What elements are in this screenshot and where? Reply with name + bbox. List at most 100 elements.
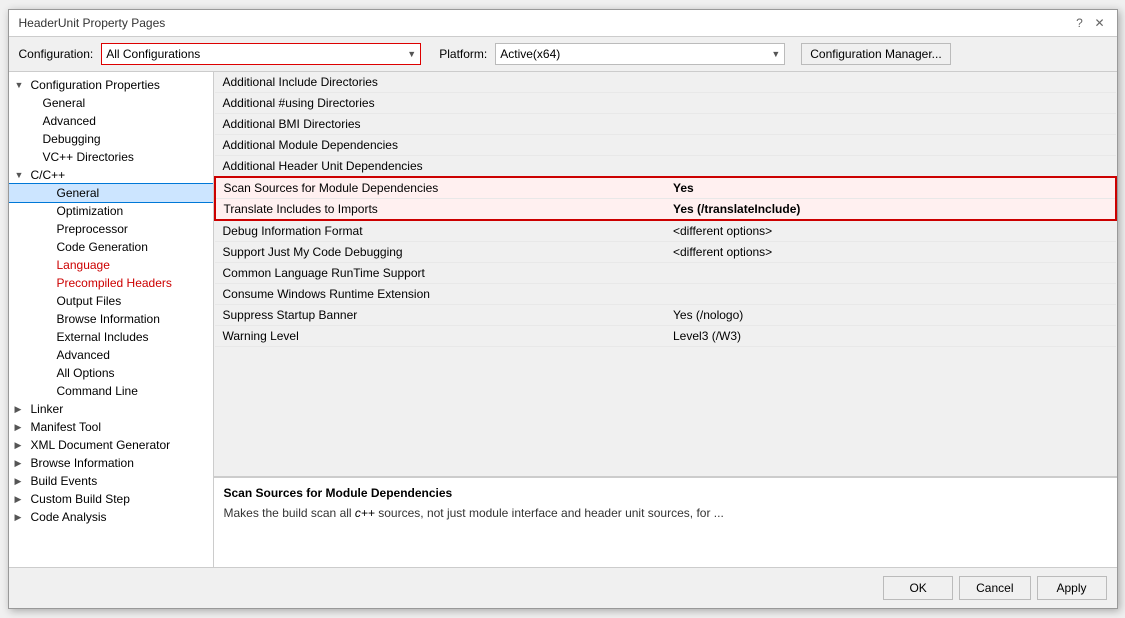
tree-item-label: External Includes	[57, 330, 149, 344]
tree-expand-icon: ▶	[15, 458, 29, 469]
property-value	[665, 93, 1116, 114]
table-row[interactable]: Additional BMI Directories	[215, 114, 1116, 135]
tree-item-config-props[interactable]: ▼Configuration Properties	[9, 76, 213, 94]
tree-item-label: Browse Information	[31, 456, 134, 470]
code-span: c++	[355, 506, 375, 520]
property-name: Consume Windows Runtime Extension	[215, 284, 666, 305]
close-button[interactable]: ✕	[1093, 16, 1107, 30]
tree-item-build-events[interactable]: ▶Build Events	[9, 472, 213, 490]
tree-item-label: All Options	[57, 366, 115, 380]
table-row[interactable]: Additional #using Directories	[215, 93, 1116, 114]
main-content: ▼Configuration PropertiesGeneralAdvanced…	[9, 72, 1117, 567]
table-row[interactable]: Additional Module Dependencies	[215, 135, 1116, 156]
tree-item-external-includes[interactable]: External Includes	[9, 328, 213, 346]
tree-item-all-options[interactable]: All Options	[9, 364, 213, 382]
tree-item-linker[interactable]: ▶Linker	[9, 400, 213, 418]
platform-combo[interactable]: Active(x64) ▼	[495, 43, 785, 65]
table-row[interactable]: Suppress Startup BannerYes (/nologo)	[215, 305, 1116, 326]
tree-item-xml-doc-gen[interactable]: ▶XML Document Generator	[9, 436, 213, 454]
bottom-bar: OK Cancel Apply	[9, 567, 1117, 608]
tree-item-advanced2[interactable]: Advanced	[9, 346, 213, 364]
property-value	[665, 114, 1116, 135]
table-row[interactable]: Debug Information Format<different optio…	[215, 220, 1116, 242]
table-row[interactable]: Additional Include Directories	[215, 72, 1116, 93]
tree-item-label: General	[57, 186, 100, 200]
property-value: <different options>	[665, 220, 1116, 242]
tree-item-label: Optimization	[57, 204, 124, 218]
config-label: Configuration:	[19, 47, 94, 61]
tree-expand-icon: ▶	[15, 476, 29, 487]
tree-expand-icon: ▶	[15, 494, 29, 505]
property-name: Suppress Startup Banner	[215, 305, 666, 326]
tree-item-vcpp-dirs[interactable]: VC++ Directories	[9, 148, 213, 166]
tree-item-cpp-general[interactable]: General	[9, 184, 213, 202]
tree-item-label: Code Generation	[57, 240, 148, 254]
tree-item-label: XML Document Generator	[31, 438, 171, 452]
tree-item-label: Precompiled Headers	[57, 276, 172, 290]
ok-button[interactable]: OK	[883, 576, 953, 600]
table-row[interactable]: Warning LevelLevel3 (/W3)	[215, 326, 1116, 347]
tree-item-label: Advanced	[43, 114, 96, 128]
tree-item-label: C/C++	[31, 168, 66, 182]
tree-item-debugging[interactable]: Debugging	[9, 130, 213, 148]
table-row[interactable]: Common Language RunTime Support	[215, 263, 1116, 284]
apply-button[interactable]: Apply	[1037, 576, 1107, 600]
platform-value: Active(x64)	[500, 47, 560, 61]
config-value: All Configurations	[106, 47, 200, 61]
tree-item-advanced[interactable]: Advanced	[9, 112, 213, 130]
tree-expand-icon: ▼	[15, 80, 29, 90]
cancel-button[interactable]: Cancel	[959, 576, 1030, 600]
tree-item-precompiled-headers[interactable]: Precompiled Headers	[9, 274, 213, 292]
help-button[interactable]: ?	[1073, 16, 1087, 30]
tree-panel: ▼Configuration PropertiesGeneralAdvanced…	[9, 72, 214, 567]
table-row[interactable]: Additional Header Unit Dependencies	[215, 156, 1116, 178]
tree-item-label: Configuration Properties	[31, 78, 160, 92]
tree-item-browse-info[interactable]: Browse Information	[9, 310, 213, 328]
property-name: Additional Module Dependencies	[215, 135, 666, 156]
tree-item-optimization[interactable]: Optimization	[9, 202, 213, 220]
tree-item-label: Debugging	[43, 132, 101, 146]
config-combo-arrow: ▼	[407, 49, 416, 59]
property-name: Scan Sources for Module Dependencies	[215, 177, 666, 199]
table-row[interactable]: Translate Includes to ImportsYes (/trans…	[215, 199, 1116, 221]
tree-item-label: Language	[57, 258, 110, 272]
tree-item-code-analysis[interactable]: ▶Code Analysis	[9, 508, 213, 526]
tree-item-label: Custom Build Step	[31, 492, 130, 506]
tree-item-code-generation[interactable]: Code Generation	[9, 238, 213, 256]
property-name: Additional BMI Directories	[215, 114, 666, 135]
tree-item-custom-build-step[interactable]: ▶Custom Build Step	[9, 490, 213, 508]
tree-item-cpp[interactable]: ▼C/C++	[9, 166, 213, 184]
tree-item-preprocessor[interactable]: Preprocessor	[9, 220, 213, 238]
tree-expand-icon: ▶	[15, 422, 29, 433]
properties-grid: Additional Include DirectoriesAdditional…	[214, 72, 1117, 477]
title-bar: HeaderUnit Property Pages ? ✕	[9, 10, 1117, 37]
tree-item-general[interactable]: General	[9, 94, 213, 112]
tree-item-language[interactable]: Language	[9, 256, 213, 274]
tree-item-label: VC++ Directories	[43, 150, 134, 164]
property-name: Support Just My Code Debugging	[215, 242, 666, 263]
table-row[interactable]: Consume Windows Runtime Extension	[215, 284, 1116, 305]
tree-item-browse-info2[interactable]: ▶Browse Information	[9, 454, 213, 472]
property-value: <different options>	[665, 242, 1116, 263]
property-value	[665, 72, 1116, 93]
platform-label: Platform:	[439, 47, 487, 61]
tree-item-label: Preprocessor	[57, 222, 128, 236]
properties-table: Additional Include DirectoriesAdditional…	[214, 72, 1117, 347]
property-name: Warning Level	[215, 326, 666, 347]
property-name: Additional Include Directories	[215, 72, 666, 93]
property-value	[665, 135, 1116, 156]
property-value: Yes (/translateInclude)	[665, 199, 1116, 221]
tree-item-manifest-tool[interactable]: ▶Manifest Tool	[9, 418, 213, 436]
table-row[interactable]: Scan Sources for Module DependenciesYes	[215, 177, 1116, 199]
tree-item-label: Browse Information	[57, 312, 160, 326]
tree-expand-icon: ▶	[15, 404, 29, 415]
description-text: Makes the build scan all c++ sources, no…	[224, 504, 1107, 522]
description-panel: Scan Sources for Module Dependencies Mak…	[214, 477, 1117, 567]
table-row[interactable]: Support Just My Code Debugging<different…	[215, 242, 1116, 263]
config-manager-button[interactable]: Configuration Manager...	[801, 43, 950, 65]
property-name: Common Language RunTime Support	[215, 263, 666, 284]
tree-item-output-files[interactable]: Output Files	[9, 292, 213, 310]
platform-combo-arrow: ▼	[771, 49, 780, 59]
tree-item-command-line[interactable]: Command Line	[9, 382, 213, 400]
config-combo[interactable]: All Configurations ▼	[101, 43, 421, 65]
